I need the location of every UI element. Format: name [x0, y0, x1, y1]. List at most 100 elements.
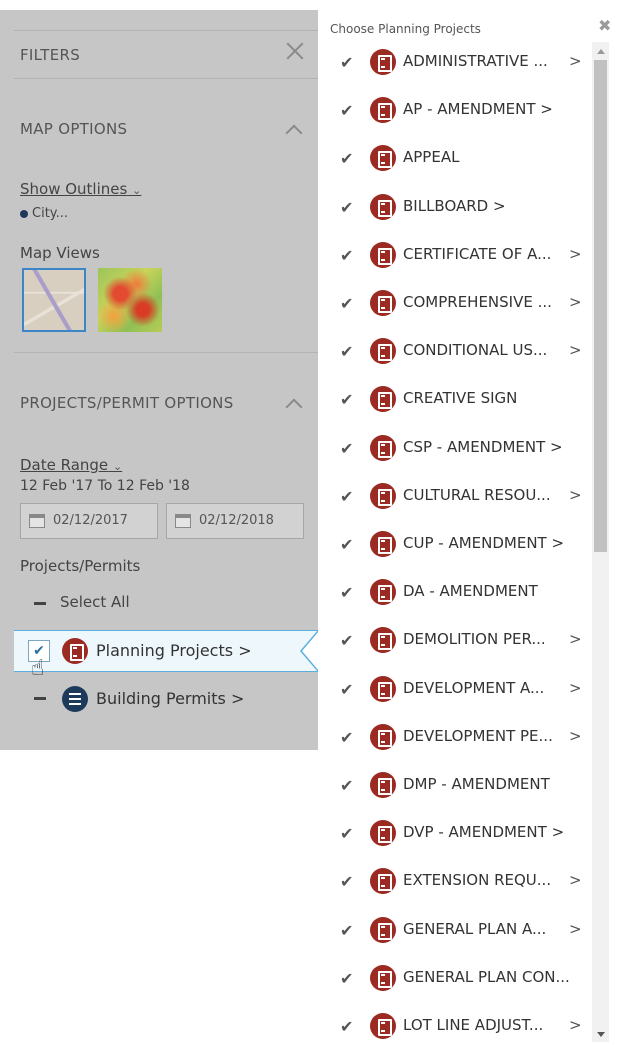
collapse-project-options-icon[interactable] [286, 396, 300, 410]
date-range-text: 12 Feb '17 To 12 Feb '18 [20, 478, 190, 494]
list-item[interactable]: ✔ CSP - AMENDMENT > [336, 427, 588, 475]
checkmark-icon[interactable]: ✔ [340, 535, 353, 554]
list-icon [62, 686, 88, 712]
chevron-right-icon[interactable]: > [569, 630, 582, 648]
checkmark-icon[interactable]: ✔ [340, 631, 353, 650]
list-item-label: EXTENSION REQU... [403, 871, 552, 890]
list-item-label: BILLBOARD > [403, 196, 506, 215]
heat-map-view-thumbnail[interactable] [98, 268, 162, 332]
list-item-label: DEVELOPMENT A... [403, 678, 545, 697]
list-item-label: CULTURAL RESOU... [403, 485, 551, 504]
chevron-right-icon[interactable]: > [569, 52, 582, 70]
building-permits-dash-icon[interactable] [34, 697, 46, 700]
list-item-label: APPEAL [403, 148, 460, 167]
list-item[interactable]: ✔ CULTURAL RESOU... > [336, 475, 588, 523]
building-icon [370, 675, 396, 702]
checkmark-icon[interactable]: ✔ [340, 872, 353, 891]
chevron-right-icon[interactable]: > [569, 1016, 582, 1034]
scroll-down-arrow-icon[interactable] [597, 1032, 605, 1037]
chevron-right-icon[interactable]: > [569, 679, 582, 697]
scrollbar-thumb[interactable] [594, 60, 607, 552]
divider [14, 78, 318, 79]
chevron-right-icon[interactable]: > [569, 727, 582, 745]
list-item-label: CREATIVE SIGN [403, 389, 518, 408]
filters-panel: FILTERS MAP OPTIONS Show Outlines ⌄ City… [0, 0, 318, 1047]
checkmark-icon[interactable]: ✔ [340, 1017, 353, 1036]
list-item[interactable]: ✔ APPEAL [336, 137, 588, 185]
checkmark-icon[interactable]: ✔ [340, 824, 353, 843]
building-icon [62, 638, 88, 664]
list-item[interactable]: ✔ ADMINISTRATIVE ... > [336, 41, 588, 89]
scroll-up-arrow-icon[interactable] [597, 49, 605, 54]
list-item-label: DMP - AMENDMENT [403, 775, 550, 793]
list-item[interactable]: ✔ DVP - AMENDMENT > [336, 812, 588, 860]
checkmark-icon[interactable]: ✔ [340, 53, 353, 72]
list-item[interactable]: ✔ DEVELOPMENT A... > [336, 668, 588, 716]
checkmark-icon[interactable]: ✔ [340, 728, 353, 747]
list-item[interactable]: ✔ CONDITIONAL US... > [336, 330, 588, 378]
list-item[interactable]: ✔ DMP - AMENDMENT [336, 764, 588, 812]
date-range-dropdown[interactable]: Date Range ⌄ [20, 456, 122, 474]
close-filters-icon[interactable] [284, 40, 306, 62]
chevron-right-icon[interactable]: > [569, 920, 582, 938]
select-all-dash-icon[interactable] [34, 602, 46, 605]
start-date-input[interactable]: 02/12/2017 [20, 503, 158, 539]
building-icon [370, 627, 396, 654]
building-icon [370, 772, 396, 798]
select-all-button[interactable]: Select All [60, 593, 130, 611]
list-item[interactable]: ✔ GENERAL PLAN CON... [336, 957, 588, 1005]
filters-title: FILTERS [20, 46, 81, 64]
map-options-heading[interactable]: MAP OPTIONS [20, 120, 127, 138]
list-item-label: DEVELOPMENT PE... [403, 726, 553, 745]
checkmark-icon[interactable]: ✔ [340, 198, 353, 217]
collapse-map-options-icon[interactable] [286, 122, 300, 136]
checkmark-icon[interactable]: ✔ [340, 776, 353, 795]
list-item[interactable]: ✔ BILLBOARD > [336, 186, 588, 234]
list-item[interactable]: ✔ LOT LINE ADJUST... > [336, 1005, 588, 1047]
list-item-label: CUP - AMENDMENT > [403, 534, 565, 552]
checkmark-icon[interactable]: ✔ [340, 246, 353, 265]
calendar-icon [29, 514, 45, 528]
building-icon [370, 723, 396, 750]
end-date-input[interactable]: 02/12/2018 [166, 503, 304, 539]
show-outlines-dropdown[interactable]: Show Outlines ⌄ [20, 180, 141, 198]
projects-options-heading[interactable]: PROJECTS/PERMIT OPTIONS [20, 394, 234, 412]
chevron-right-icon[interactable]: > [569, 245, 582, 263]
list-item[interactable]: ✔ DA - AMENDMENT [336, 571, 588, 619]
list-item[interactable]: ✔ CUP - AMENDMENT > [336, 523, 588, 571]
list-item[interactable]: ✔ GENERAL PLAN A... > [336, 909, 588, 957]
checkmark-icon[interactable]: ✔ [340, 583, 353, 602]
checkmark-icon[interactable]: ✔ [340, 969, 353, 988]
list-item[interactable]: ✔ EXTENSION REQU... > [336, 860, 588, 908]
list-item[interactable]: ✔ CREATIVE SIGN [336, 378, 588, 426]
list-item-label: LOT LINE ADJUST... [403, 1016, 544, 1034]
list-item[interactable]: ✔ DEVELOPMENT PE... > [336, 716, 588, 764]
list-item[interactable]: ✔ DEMOLITION PER... > [336, 619, 588, 667]
building-icon [370, 868, 396, 895]
checkmark-icon[interactable]: ✔ [340, 680, 353, 699]
chevron-right-icon[interactable]: > [569, 341, 582, 359]
list-item[interactable]: ✔ COMPREHENSIVE ... > [336, 282, 588, 330]
date-range-label: Date Range [20, 456, 109, 474]
checkmark-icon[interactable]: ✔ [340, 294, 353, 313]
list-item[interactable]: ✔ AP - AMENDMENT > [336, 89, 588, 137]
checkmark-icon[interactable]: ✔ [340, 439, 353, 458]
checkmark-icon[interactable]: ✔ [340, 487, 353, 506]
building-icon [370, 290, 396, 316]
list-item-label: CONDITIONAL US... [403, 341, 548, 360]
planning-projects-label[interactable]: Planning Projects > [96, 641, 252, 660]
checkmark-icon[interactable]: ✔ [340, 390, 353, 409]
checkmark-icon[interactable]: ✔ [340, 101, 353, 120]
building-permits-label[interactable]: Building Permits > [96, 689, 244, 708]
chevron-right-icon[interactable]: > [569, 293, 582, 311]
checkmark-icon[interactable]: ✔ [340, 149, 353, 168]
list-item[interactable]: ✔ CERTIFICATE OF A... > [336, 234, 588, 282]
chevron-right-icon[interactable]: > [569, 486, 582, 504]
street-map-view-thumbnail[interactable] [22, 268, 86, 332]
chevron-right-icon[interactable]: > [569, 871, 582, 889]
building-icon [370, 820, 396, 847]
checkmark-icon[interactable]: ✔ [340, 342, 353, 361]
building-icon [370, 97, 396, 124]
close-popup-icon[interactable]: ✖ [598, 16, 611, 35]
checkmark-icon[interactable]: ✔ [340, 921, 353, 940]
